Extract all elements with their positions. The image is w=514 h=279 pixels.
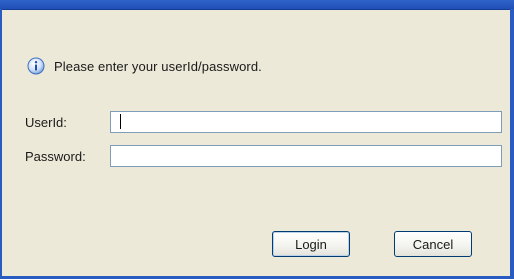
title-bar[interactable] [0, 0, 514, 10]
login-button[interactable]: Login [272, 231, 350, 257]
info-message: Please enter your userId/password. [27, 57, 262, 75]
password-input[interactable] [110, 145, 502, 167]
userid-input[interactable] [110, 111, 502, 133]
info-message-text: Please enter your userId/password. [54, 58, 262, 74]
password-label: Password: [25, 149, 86, 164]
login-dialog: Please enter your userId/password. UserI… [0, 0, 514, 279]
cancel-button[interactable]: Cancel [394, 231, 472, 257]
text-cursor [120, 114, 121, 129]
info-icon [27, 57, 45, 75]
window-frame-right [510, 9, 514, 277]
userid-label: UserId: [25, 115, 67, 130]
